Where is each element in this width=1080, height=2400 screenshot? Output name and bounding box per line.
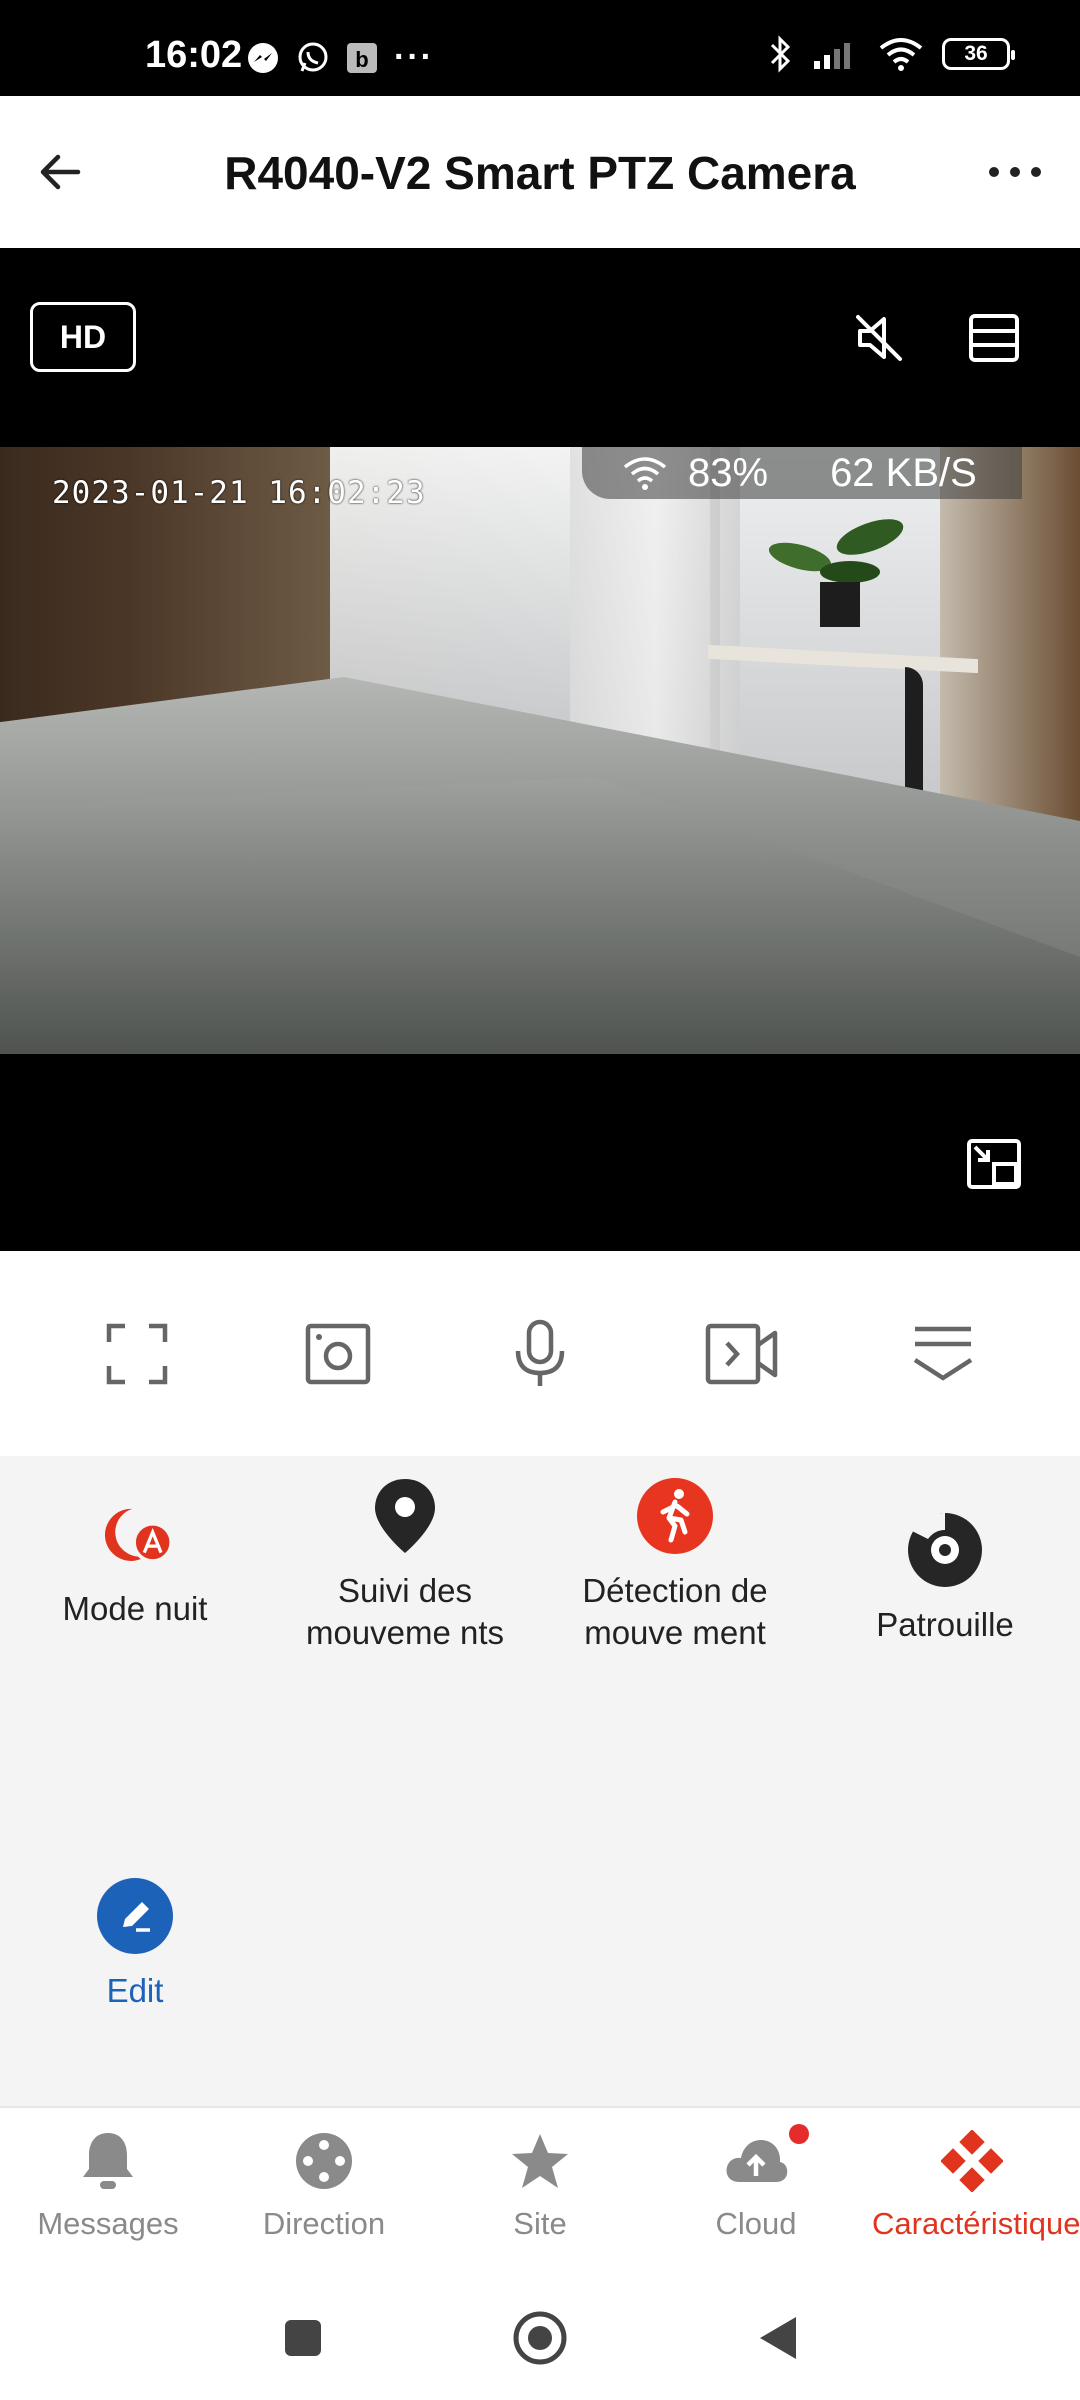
battery-indicator: 36 bbox=[942, 38, 1015, 70]
status-time: 16:02 bbox=[145, 34, 243, 76]
back-button[interactable] bbox=[30, 142, 90, 202]
notification-dot bbox=[789, 2124, 809, 2144]
nav-features[interactable]: Caractéristiques bbox=[872, 2126, 1080, 2242]
snapshot-button[interactable] bbox=[283, 1299, 393, 1409]
more-dots-icon: ··· bbox=[394, 38, 434, 76]
expand-panel-button[interactable] bbox=[888, 1299, 998, 1409]
signal-icon bbox=[812, 37, 860, 71]
triangle-back-icon bbox=[760, 2317, 796, 2359]
bell-icon bbox=[73, 2126, 143, 2196]
system-navigation-bar bbox=[0, 2270, 1080, 2400]
nav-direction[interactable]: Direction bbox=[224, 2126, 424, 2242]
record-button[interactable] bbox=[687, 1299, 797, 1409]
feature-label: Patrouille bbox=[876, 1606, 1014, 1643]
notification-icons: b ··· bbox=[246, 38, 434, 77]
picture-in-picture-button[interactable] bbox=[962, 1132, 1026, 1196]
wifi-icon bbox=[878, 36, 924, 72]
feature-label: Suivi des mouveme nts bbox=[305, 1572, 505, 1651]
more-horizontal-icon bbox=[989, 167, 1041, 177]
star-icon bbox=[505, 2126, 575, 2196]
wifi-signal-icon bbox=[623, 457, 667, 490]
nav-cloud[interactable]: Cloud bbox=[656, 2124, 856, 2242]
microphone-icon bbox=[515, 1319, 565, 1386]
feature-motion-detection[interactable]: Détection de mouve ment bbox=[565, 1466, 785, 1654]
feature-night-mode[interactable]: Mode nuit bbox=[25, 1466, 245, 1630]
layout-button[interactable] bbox=[960, 306, 1028, 370]
night-mode-icon bbox=[95, 1494, 175, 1574]
back-system-button[interactable] bbox=[748, 2308, 808, 2368]
quality-toggle-button[interactable]: HD bbox=[30, 302, 136, 372]
features-panel: Mode nuit Suivi des mouveme nts Détectio… bbox=[0, 1456, 1080, 2106]
walking-person-icon bbox=[635, 1476, 715, 1556]
b-icon: b bbox=[346, 42, 378, 74]
feature-motion-tracking[interactable]: Suivi des mouveme nts bbox=[295, 1466, 515, 1654]
mute-button[interactable] bbox=[845, 306, 913, 370]
app-header: R4040-V2 Smart PTZ Camera bbox=[0, 96, 1080, 248]
home-circle-icon bbox=[513, 2311, 567, 2365]
more-options-button[interactable] bbox=[980, 142, 1050, 202]
arrow-left-icon bbox=[40, 154, 81, 190]
fullscreen-icon bbox=[106, 1323, 168, 1384]
speaker-muted-icon bbox=[856, 315, 902, 361]
nav-label: Caractéristiques bbox=[872, 2206, 1080, 2241]
system-status-icons: 36 bbox=[768, 34, 1015, 74]
feature-label: Mode nuit bbox=[62, 1590, 208, 1627]
microphone-button[interactable] bbox=[485, 1299, 595, 1409]
live-video-area[interactable]: HD 2023-01-21 16:02:23 83% 62 KB/S bbox=[0, 248, 1080, 1251]
nav-label: Site bbox=[513, 2206, 567, 2241]
bluetooth-icon bbox=[768, 34, 794, 74]
feature-patrol[interactable]: Patrouille bbox=[835, 1466, 1055, 1646]
nav-label: Cloud bbox=[715, 2206, 797, 2241]
video-timestamp: 2023-01-21 16:02:23 bbox=[52, 475, 426, 511]
video-toolbar bbox=[0, 1251, 1080, 1456]
nav-messages[interactable]: Messages bbox=[8, 2126, 208, 2242]
cloud-upload-icon bbox=[721, 2124, 809, 2196]
edit-features-button[interactable]: Edit bbox=[25, 1876, 245, 2012]
pip-icon bbox=[967, 1139, 1021, 1189]
page-title: R4040-V2 Smart PTZ Camera bbox=[224, 147, 856, 199]
home-button[interactable] bbox=[510, 2308, 570, 2368]
status-bar: 16:02 b ··· 36 bbox=[0, 0, 1080, 96]
nav-label: Messages bbox=[37, 2206, 179, 2241]
square-icon bbox=[285, 2320, 321, 2356]
edit-icon bbox=[95, 1876, 175, 1956]
signal-strength: 83% bbox=[688, 450, 769, 495]
chevron-down-icon bbox=[913, 1326, 973, 1381]
patrol-icon bbox=[905, 1510, 985, 1590]
nav-label: Direction bbox=[262, 2206, 386, 2241]
features-grid-icon bbox=[937, 2126, 1007, 2196]
nav-site[interactable]: Site bbox=[440, 2126, 640, 2242]
split-view-icon bbox=[969, 314, 1019, 362]
messenger-icon bbox=[246, 41, 280, 75]
stream-stats: 83% 62 KB/S bbox=[582, 447, 1022, 499]
camera-feed[interactable]: 2023-01-21 16:02:23 83% 62 KB/S bbox=[0, 447, 1080, 1054]
location-pin-icon bbox=[365, 1476, 445, 1556]
bitrate: 62 KB/S bbox=[830, 450, 977, 495]
edit-label: Edit bbox=[106, 1972, 164, 2009]
direction-pad-icon bbox=[289, 2126, 359, 2196]
feed-plant bbox=[768, 519, 904, 627]
record-video-icon bbox=[705, 1323, 777, 1384]
snapshot-icon bbox=[306, 1323, 371, 1384]
whatsapp-icon bbox=[296, 41, 330, 75]
bottom-navigation: Messages Direction Site Cloud Caractéris… bbox=[0, 2106, 1080, 2270]
svg-text:b: b bbox=[355, 47, 368, 72]
fullscreen-button[interactable] bbox=[82, 1299, 192, 1409]
feature-label: Détection de mouve ment bbox=[582, 1572, 768, 1651]
recents-button[interactable] bbox=[273, 2308, 333, 2368]
